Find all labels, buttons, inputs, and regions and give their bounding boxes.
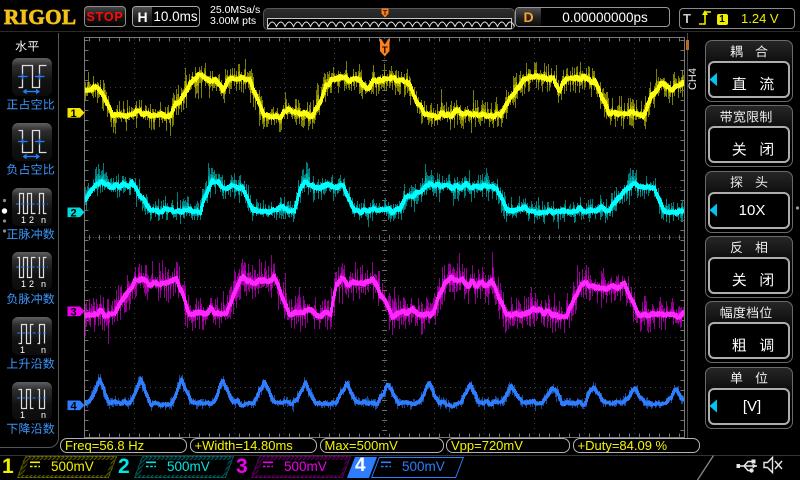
svg-text:n: n	[41, 279, 46, 289]
svg-text:3: 3	[70, 306, 76, 318]
svg-text:1: 1	[70, 108, 76, 120]
svg-text:n: n	[41, 345, 46, 355]
svg-text:4: 4	[70, 400, 77, 412]
svg-text:2: 2	[29, 279, 34, 289]
svg-text:n: n	[41, 410, 46, 420]
svg-text:n: n	[41, 215, 46, 225]
svg-text:10X: 10X	[739, 202, 766, 219]
svg-text:T: T	[383, 8, 388, 17]
svg-text:1: 1	[21, 215, 26, 225]
svg-text:2: 2	[29, 215, 34, 225]
svg-text:T: T	[382, 45, 388, 56]
svg-text:1: 1	[21, 279, 26, 289]
svg-text:CH4: CH4	[687, 68, 699, 90]
svg-text:[V]: [V]	[743, 398, 761, 415]
svg-text:1: 1	[20, 345, 25, 355]
svg-text:1: 1	[20, 410, 25, 420]
svg-text:2: 2	[70, 207, 76, 219]
